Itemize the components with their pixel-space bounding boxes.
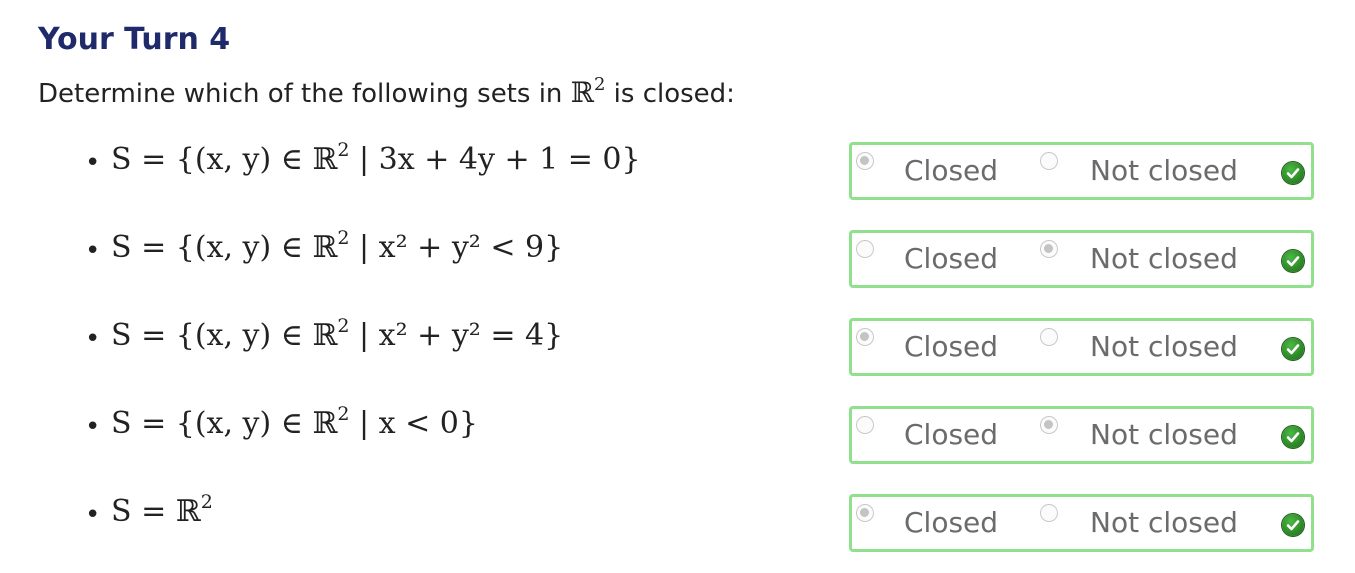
option-closed-label: Closed — [904, 418, 999, 451]
radio-not-closed[interactable] — [1040, 504, 1058, 522]
prompt-text-after: is closed: — [605, 79, 735, 109]
set-expression-main: S = ℝ — [111, 494, 201, 529]
set-expression: S = {(x, y) ∈ ℝ2 | 3x + 4y + 1 = 0} — [111, 139, 641, 177]
set-expression-exponent: 2 — [337, 139, 350, 161]
set-expression-main: S = {(x, y) ∈ ℝ — [111, 230, 338, 265]
option-not-closed-label: Not closed — [1090, 154, 1238, 187]
set-expression-exponent: 2 — [337, 227, 350, 249]
bullet-icon: • — [85, 236, 101, 266]
question-prompt: Determine which of the following sets in… — [38, 74, 735, 109]
set-expression: S = {(x, y) ∈ ℝ2 | x² + y² < 9} — [111, 227, 564, 265]
prompt-real-symbol: ℝ — [570, 76, 594, 109]
bullet-icon: • — [85, 412, 101, 442]
option-closed[interactable]: Closed — [852, 497, 1032, 549]
radio-not-closed[interactable] — [1040, 240, 1058, 258]
set-expression-condition: | 3x + 4y + 1 = 0} — [349, 142, 641, 177]
bullet-icon: • — [85, 148, 101, 178]
set-expression: S = {(x, y) ∈ ℝ2 | x < 0} — [111, 403, 478, 441]
radio-not-closed[interactable] — [1040, 152, 1058, 170]
radio-closed[interactable] — [856, 328, 874, 346]
check-circle-icon — [1282, 162, 1304, 184]
set-expression-exponent: 2 — [337, 403, 350, 425]
option-closed[interactable]: Closed — [852, 321, 1032, 373]
option-not-closed[interactable]: Not closed — [1038, 233, 1268, 285]
prompt-exponent: 2 — [593, 74, 606, 95]
check-circle-icon — [1282, 338, 1304, 360]
question-item: • S = {(x, y) ∈ ℝ2 | x² + y² < 9} Closed… — [85, 227, 1315, 288]
answer-radio-group: Closed Not closed — [849, 318, 1314, 376]
radio-not-closed[interactable] — [1040, 328, 1058, 346]
option-closed[interactable]: Closed — [852, 145, 1032, 197]
radio-closed[interactable] — [856, 240, 874, 258]
answer-radio-group: Closed Not closed — [849, 230, 1314, 288]
option-not-closed-label: Not closed — [1090, 418, 1238, 451]
option-not-closed[interactable]: Not closed — [1038, 145, 1268, 197]
option-not-closed[interactable]: Not closed — [1038, 497, 1268, 549]
page-title: Your Turn 4 — [38, 22, 231, 57]
option-not-closed-label: Not closed — [1090, 506, 1238, 539]
bullet-icon: • — [85, 500, 101, 530]
option-closed-label: Closed — [904, 330, 999, 363]
radio-closed[interactable] — [856, 416, 874, 434]
question-item: • S = {(x, y) ∈ ℝ2 | x² + y² = 4} Closed… — [85, 315, 1315, 376]
check-circle-icon — [1282, 514, 1304, 536]
bullet-icon: • — [85, 324, 101, 354]
answer-radio-group: Closed Not closed — [849, 406, 1314, 464]
question-item: • S = {(x, y) ∈ ℝ2 | 3x + 4y + 1 = 0} Cl… — [85, 139, 1315, 200]
radio-closed[interactable] — [856, 504, 874, 522]
prompt-text-before: Determine which of the following sets in — [38, 79, 571, 109]
radio-closed[interactable] — [856, 152, 874, 170]
option-closed-label: Closed — [904, 242, 999, 275]
set-expression-main: S = {(x, y) ∈ ℝ — [111, 142, 338, 177]
option-not-closed-label: Not closed — [1090, 330, 1238, 363]
set-expression-main: S = {(x, y) ∈ ℝ — [111, 406, 338, 441]
option-not-closed[interactable]: Not closed — [1038, 321, 1268, 373]
answer-radio-group: Closed Not closed — [849, 494, 1314, 552]
set-expression-exponent: 2 — [200, 491, 213, 513]
option-closed[interactable]: Closed — [852, 409, 1032, 461]
question-item: • S = {(x, y) ∈ ℝ2 | x < 0} Closed Not c… — [85, 403, 1315, 464]
check-circle-icon — [1282, 426, 1304, 448]
option-not-closed[interactable]: Not closed — [1038, 409, 1268, 461]
set-expression: S = {(x, y) ∈ ℝ2 | x² + y² = 4} — [111, 315, 564, 353]
option-closed[interactable]: Closed — [852, 233, 1032, 285]
set-expression-main: S = {(x, y) ∈ ℝ — [111, 318, 338, 353]
answer-radio-group: Closed Not closed — [849, 142, 1314, 200]
radio-not-closed[interactable] — [1040, 416, 1058, 434]
set-expression-condition: | x < 0} — [349, 406, 478, 441]
set-expression-condition: | x² + y² < 9} — [349, 230, 564, 265]
question-item: • S = ℝ2 Closed Not closed — [85, 491, 1315, 552]
set-expression-condition: | x² + y² = 4} — [349, 318, 564, 353]
check-circle-icon — [1282, 250, 1304, 272]
option-closed-label: Closed — [904, 154, 999, 187]
option-closed-label: Closed — [904, 506, 999, 539]
option-not-closed-label: Not closed — [1090, 242, 1238, 275]
set-expression: S = ℝ2 — [111, 491, 213, 529]
set-expression-exponent: 2 — [337, 315, 350, 337]
